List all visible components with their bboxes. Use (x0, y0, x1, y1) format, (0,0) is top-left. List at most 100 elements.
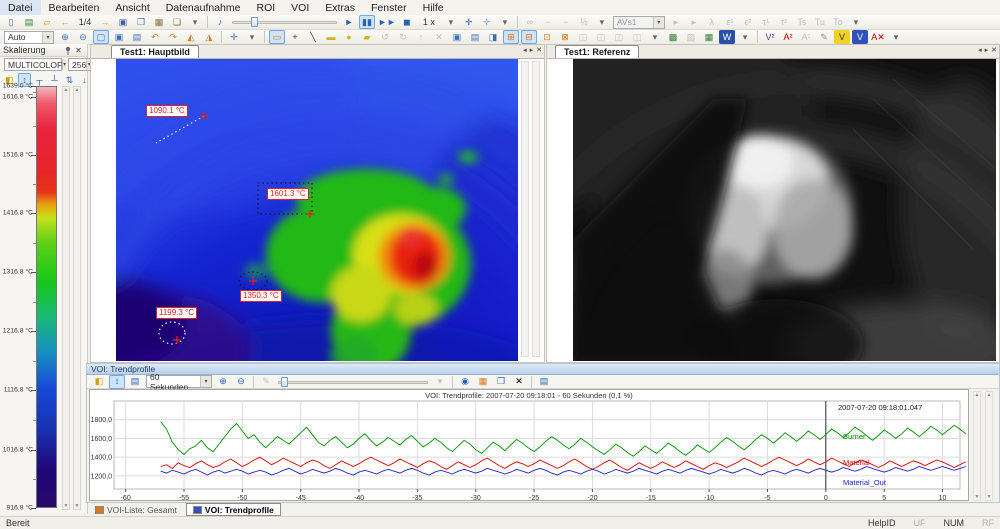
auto-scale-combo[interactable]: Auto▾ (4, 31, 54, 44)
zoom-time-in-icon[interactable]: ⊕ (215, 375, 231, 389)
fit-window-icon[interactable]: ▢ (93, 30, 109, 44)
temp-o-icon[interactable]: To (830, 15, 846, 29)
open-icon[interactable]: ▱ (39, 15, 55, 29)
cam-next-icon[interactable]: ▸ (686, 15, 702, 29)
epsilon2-icon[interactable]: ε² (740, 15, 756, 29)
speed-value[interactable]: 1 x (417, 15, 441, 29)
voi-blue-icon[interactable]: V (852, 30, 868, 44)
roi-snap-icon[interactable]: ⊠ (557, 30, 573, 44)
trend-scrollbar-a[interactable]: ▲ ▼ (973, 391, 981, 501)
roi-label-icon[interactable]: ▤ (467, 30, 483, 44)
main-scrollbar-a[interactable] (521, 61, 529, 357)
prev-av-icon[interactable]: − (540, 15, 556, 29)
temperature-label[interactable]: 1350.3 °C (240, 290, 282, 302)
fit-vertical-icon[interactable]: ↕ (109, 375, 125, 389)
roi-up-icon[interactable]: ↑ (413, 30, 429, 44)
overflow-icon[interactable]: ▾ (737, 30, 753, 44)
gallery-icon[interactable]: ❏ (169, 15, 185, 29)
rotate-left-icon[interactable]: ↶ (147, 30, 163, 44)
roi-group4-icon[interactable]: ◫ (629, 30, 645, 44)
thermal-image[interactable]: 1090.1 °C1601.3 °C1350.3 °C1199.3 °C (116, 59, 518, 361)
tau2-icon[interactable]: τ² (776, 15, 792, 29)
marker-icon[interactable]: ▾ (432, 375, 448, 389)
calc-a1-icon[interactable]: A¹ (798, 30, 814, 44)
roi-group3-icon[interactable]: ◫ (611, 30, 627, 44)
roi-undo-icon[interactable]: ↺ (377, 30, 393, 44)
flip-vertical-icon[interactable]: ◮ (201, 30, 217, 44)
add-rect-icon[interactable]: ▬ (323, 30, 339, 44)
next-tab-icon[interactable]: ▸ (985, 46, 989, 54)
step-back-icon[interactable]: ← (57, 15, 73, 29)
temperature-label[interactable]: 1090.1 °C (146, 105, 188, 117)
audio-icon[interactable]: ♪ (212, 15, 228, 29)
data-table-icon[interactable]: ▦ (475, 375, 491, 389)
overflow-icon[interactable]: ▾ (497, 15, 513, 29)
play-icon[interactable]: ► (341, 15, 357, 29)
copy-chart-icon[interactable]: ❐ (493, 375, 509, 389)
cam-prev-icon[interactable]: ▸ (668, 15, 684, 29)
menu-voi[interactable]: VOI (283, 0, 317, 15)
marker-b-icon[interactable]: ✛ (479, 15, 495, 29)
pause-icon[interactable]: ▮▮ (359, 15, 375, 29)
voi-show-icon[interactable]: ▩ (665, 30, 681, 44)
prev-tab-icon[interactable]: ◂ (523, 46, 527, 54)
marker-a-icon[interactable]: ✛ (461, 15, 477, 29)
next-av-icon[interactable]: − (558, 15, 574, 29)
reference-image[interactable] (573, 59, 996, 361)
overflow-icon[interactable]: ▾ (647, 30, 663, 44)
roi-in-icon[interactable]: ⊞ (503, 30, 519, 44)
roi-out-icon[interactable]: ⊟ (521, 30, 537, 44)
overflow-icon[interactable]: ▾ (187, 15, 203, 29)
full-image-icon[interactable]: ▤ (129, 30, 145, 44)
snapshot-icon[interactable]: ▦ (151, 15, 167, 29)
actual-size-icon[interactable]: ▣ (111, 30, 127, 44)
next-tab-icon[interactable]: ▸ (530, 46, 534, 54)
roi-delete-icon[interactable]: ✕ (431, 30, 447, 44)
scale-slider-max[interactable]: ▲▼ (73, 86, 81, 510)
calc-v2-icon[interactable]: V² (762, 30, 778, 44)
temp-s-icon[interactable]: Ts (794, 15, 810, 29)
temp-u-icon[interactable]: Tu (812, 15, 828, 29)
print-report-icon[interactable]: ▤ (536, 375, 552, 389)
calc-a2-icon[interactable]: A² (780, 30, 796, 44)
lambda-icon[interactable]: λ (704, 15, 720, 29)
add-ellipse-icon[interactable]: ● (341, 30, 357, 44)
menu-extras[interactable]: Extras (317, 0, 363, 15)
new-document-icon[interactable]: ▯ (3, 15, 19, 29)
epsilon1-icon[interactable]: ε¹ (722, 15, 738, 29)
temperature-label[interactable]: 1601.3 °C (267, 188, 309, 200)
roi-lock-icon[interactable]: ▣ (449, 30, 465, 44)
add-point-icon[interactable]: + (287, 30, 303, 44)
roi-bind-icon[interactable]: ◨ (485, 30, 501, 44)
add-polygon-icon[interactable]: ▰ (359, 30, 375, 44)
voi-hide-icon[interactable]: ▨ (683, 30, 699, 44)
menu-fenster[interactable]: Fenster (363, 0, 415, 15)
position-slider[interactable] (232, 16, 337, 28)
tab-hauptbild[interactable]: Test1: Hauptbild (111, 45, 199, 58)
show-curves-eye-icon[interactable]: ◉ (457, 375, 473, 389)
rotate-right-icon[interactable]: ↷ (165, 30, 181, 44)
interval-combo[interactable]: 60 Sekunden▾ (146, 375, 212, 388)
menu-roi[interactable]: ROI (248, 0, 283, 15)
bottom-tab-voi-liste-gesamt[interactable]: VOI-Liste: Gesamt (88, 503, 184, 516)
scale-mode-icon[interactable]: ▤ (127, 375, 143, 389)
save-icon[interactable]: ▣ (115, 15, 131, 29)
scale-slider-min[interactable]: ▲▼ (62, 86, 70, 510)
prev-tab-icon[interactable]: ◂ (978, 46, 982, 54)
curve-settings-icon[interactable]: ◧ (91, 375, 107, 389)
roi-new-icon[interactable]: ▭ (269, 30, 285, 44)
overflow-icon[interactable]: ▾ (888, 30, 904, 44)
voi-export-icon[interactable]: W (719, 30, 735, 44)
flip-horizontal-icon[interactable]: ◭ (183, 30, 199, 44)
zoom-out-icon[interactable]: ⊖ (75, 30, 91, 44)
voi-yellow-icon[interactable]: V (834, 30, 850, 44)
speed-dropdown-icon[interactable]: ▾ (443, 15, 459, 29)
avs-combo[interactable]: AVs1▾ (613, 16, 665, 29)
roi-ref-icon[interactable]: ⊡ (539, 30, 555, 44)
link-icon[interactable]: ∞ (522, 15, 538, 29)
close-icon[interactable]: ✕ (536, 46, 542, 54)
stop-icon[interactable]: ◼ (399, 15, 415, 29)
overflow-icon[interactable]: ▾ (244, 30, 260, 44)
tab-referenz[interactable]: Test1: Referenz (555, 45, 639, 58)
copy-icon[interactable]: ❐ (133, 15, 149, 29)
